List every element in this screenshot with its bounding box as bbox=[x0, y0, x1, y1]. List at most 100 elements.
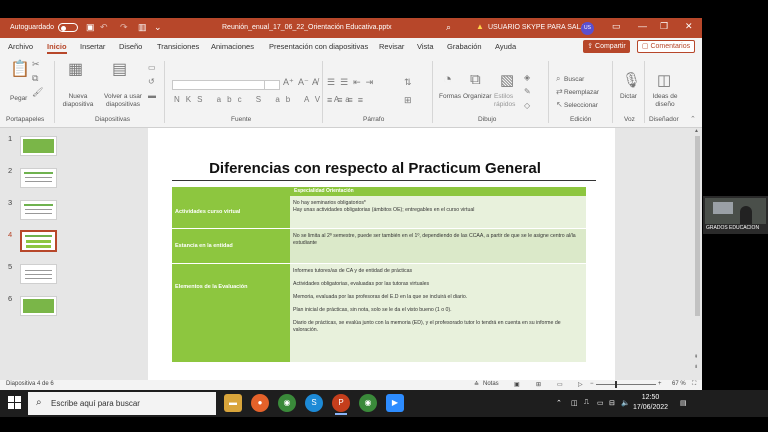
tab-inicio[interactable]: Inicio bbox=[47, 42, 67, 54]
shrink-font-icon[interactable]: A⁻ bbox=[298, 77, 309, 88]
copy-icon[interactable]: ⧉ bbox=[32, 73, 38, 84]
reuse-slides-icon[interactable]: ▤ bbox=[112, 59, 127, 79]
tab-grabacion[interactable]: Grabación bbox=[447, 42, 482, 51]
select-label[interactable]: Seleccionar bbox=[564, 102, 598, 110]
fit-slide-icon[interactable]: ⛶ bbox=[692, 381, 696, 388]
customize-qat-icon[interactable]: ⌄ bbox=[154, 22, 162, 33]
zoom-out-icon[interactable]: − bbox=[590, 381, 594, 387]
notes-button[interactable]: Notas bbox=[483, 381, 499, 387]
sorter-view-icon[interactable]: ⊞ bbox=[536, 381, 541, 388]
close-icon[interactable]: ✕ bbox=[685, 21, 693, 32]
comments-button[interactable]: ▢ Comentarios bbox=[637, 40, 695, 53]
slide-thumbnail-2[interactable] bbox=[20, 168, 57, 188]
current-slide[interactable]: Diferencias con respecto al Practicum Ge… bbox=[148, 128, 615, 390]
user-name[interactable]: USUARIO SKYPE PARA SALAS bbox=[488, 24, 590, 31]
slide-thumbnail-5[interactable] bbox=[20, 264, 57, 284]
maximize-icon[interactable]: ❐ bbox=[660, 21, 668, 32]
replace-icon[interactable]: ⇄ bbox=[556, 87, 563, 96]
tray-chevron-icon[interactable]: ⌃ bbox=[556, 399, 562, 407]
clear-format-icon[interactable]: A̸ bbox=[312, 77, 318, 87]
usb-icon[interactable]: ⎍ bbox=[584, 399, 589, 407]
paste-icon[interactable]: 📋 bbox=[10, 59, 30, 79]
text-direction-icon[interactable]: ⇅ bbox=[404, 77, 412, 88]
tab-ayuda[interactable]: Ayuda bbox=[495, 42, 516, 51]
search-icon[interactable]: ⌕ bbox=[446, 22, 451, 33]
format-painter-icon[interactable]: 🖌 bbox=[32, 87, 43, 98]
paste-label[interactable]: Pegar bbox=[10, 95, 27, 103]
scrollbar-thumb[interactable] bbox=[695, 136, 700, 316]
normal-view-icon[interactable]: ▣ bbox=[514, 381, 520, 388]
powerpoint-icon[interactable]: P bbox=[332, 394, 350, 415]
zoom-level[interactable]: 67 % bbox=[672, 381, 686, 387]
tab-presentacion[interactable]: Presentación con diapositivas bbox=[269, 42, 368, 51]
replace-label[interactable]: Reemplazar bbox=[564, 89, 599, 97]
quick-styles-icon[interactable]: ▧ bbox=[500, 71, 514, 89]
new-slide-label[interactable]: Nueva diapositiva bbox=[60, 93, 96, 109]
find-label[interactable]: Buscar bbox=[564, 76, 584, 84]
list-icons[interactable]: ☰☰⇤⇥ bbox=[327, 77, 378, 88]
share-button[interactable]: ⇪ Compartir bbox=[583, 40, 630, 53]
microphone-icon[interactable]: 🎙 bbox=[622, 71, 641, 89]
volume-icon[interactable]: 🔈 bbox=[621, 399, 630, 407]
tab-diseno[interactable]: Diseño bbox=[119, 42, 142, 51]
section-icon[interactable]: ▬ bbox=[148, 91, 156, 100]
slide-thumbnail-4[interactable] bbox=[20, 230, 57, 252]
scroll-up-icon[interactable]: ▲ bbox=[694, 128, 699, 134]
minimize-icon[interactable]: — bbox=[638, 21, 647, 31]
chrome-alt-icon[interactable]: ◉ bbox=[359, 394, 377, 412]
shapes-label[interactable]: Formas bbox=[439, 93, 461, 101]
page-up-icon[interactable]: ⇞ bbox=[694, 354, 698, 360]
slide-thumbnail-6[interactable] bbox=[20, 296, 57, 316]
tab-transiciones[interactable]: Transiciones bbox=[157, 42, 199, 51]
slide-thumbnail-1[interactable] bbox=[20, 136, 57, 156]
font-family-dropdown[interactable] bbox=[172, 80, 276, 90]
arrange-label[interactable]: Organizar bbox=[463, 93, 492, 101]
skype-icon[interactable]: S bbox=[305, 394, 323, 412]
slide-title[interactable]: Diferencias con respecto al Practicum Ge… bbox=[148, 160, 602, 177]
file-explorer-icon[interactable]: ▬ bbox=[224, 394, 242, 412]
shapes-icon[interactable]: ◔ bbox=[443, 71, 452, 88]
slideshow-icon[interactable]: ▷ bbox=[578, 381, 583, 388]
windows-start-icon[interactable] bbox=[8, 396, 22, 410]
ethernet-icon[interactable]: ⊟ bbox=[609, 399, 615, 407]
select-icon[interactable]: ↖ bbox=[556, 100, 563, 109]
page-down-icon[interactable]: ⇟ bbox=[694, 364, 698, 370]
quick-styles-label[interactable]: Estilos rápidos bbox=[494, 93, 522, 109]
reset-icon[interactable]: ↺ bbox=[148, 77, 155, 86]
network-icon[interactable]: ◫ bbox=[571, 399, 578, 407]
video-call-tile[interactable]: GRADOS EDUCACION bbox=[703, 196, 768, 234]
user-avatar[interactable]: US bbox=[581, 22, 594, 35]
dictate-label[interactable]: Dictar bbox=[620, 93, 637, 101]
new-slide-icon[interactable]: ▦ bbox=[68, 59, 83, 79]
align-icons[interactable]: ≡≡≡≡ bbox=[327, 95, 368, 105]
chrome-icon[interactable]: ◉ bbox=[278, 394, 296, 412]
design-ideas-label[interactable]: Ideas de diseño bbox=[650, 93, 680, 109]
font-size-dropdown[interactable] bbox=[264, 80, 280, 90]
undo-icon[interactable]: ↶ bbox=[100, 22, 108, 33]
autosave-toggle[interactable] bbox=[58, 23, 78, 32]
find-icon[interactable]: ⌕ bbox=[556, 74, 560, 84]
taskbar-clock[interactable]: 12:50 17/06/2022 bbox=[633, 393, 668, 413]
fill-icon[interactable]: ◈ bbox=[524, 73, 530, 82]
effects-icon[interactable]: ◇ bbox=[524, 101, 530, 110]
zoom-slider-knob[interactable] bbox=[615, 381, 617, 388]
reading-view-icon[interactable]: ▭ bbox=[557, 381, 563, 388]
zoom-slider[interactable] bbox=[596, 381, 656, 388]
tab-insertar[interactable]: Insertar bbox=[80, 42, 105, 51]
tab-revisar[interactable]: Revisar bbox=[379, 42, 404, 51]
notification-icon[interactable]: ▤ bbox=[680, 399, 687, 407]
smartart-icon[interactable]: ⊞ bbox=[404, 95, 412, 106]
reuse-slides-label[interactable]: Volver a usar diapositivas bbox=[100, 93, 146, 109]
tab-archivo[interactable]: Archivo bbox=[8, 42, 33, 51]
folder-tray-icon[interactable]: ▭ bbox=[597, 399, 604, 407]
present-icon[interactable]: ▥ bbox=[138, 22, 147, 33]
grow-font-icon[interactable]: A⁺ bbox=[283, 77, 294, 88]
layout-icon[interactable]: ▭ bbox=[148, 63, 156, 72]
design-ideas-icon[interactable]: ◫ bbox=[657, 71, 671, 89]
arrange-icon[interactable]: ⧉ bbox=[470, 71, 481, 88]
tab-animaciones[interactable]: Animaciones bbox=[211, 42, 254, 51]
redo-icon[interactable]: ↷ bbox=[120, 22, 128, 33]
firefox-icon[interactable]: ● bbox=[251, 394, 269, 412]
zoom-in-icon[interactable]: + bbox=[658, 381, 662, 387]
zoom-app-icon[interactable]: ▶ bbox=[386, 394, 404, 412]
